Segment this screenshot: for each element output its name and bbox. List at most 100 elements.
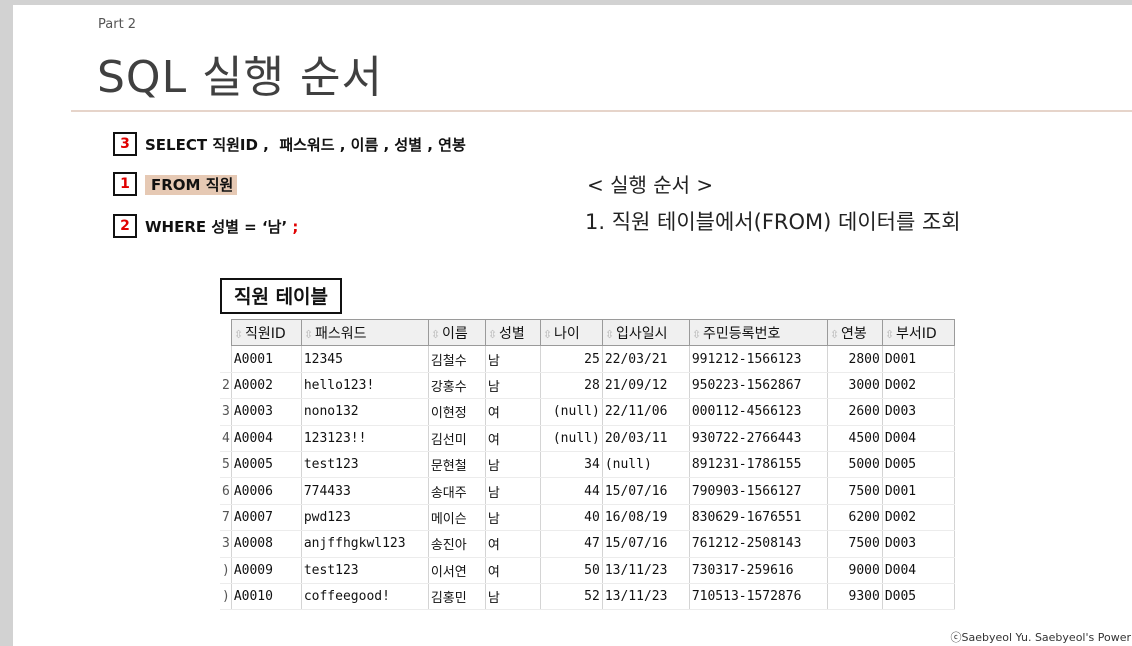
table-cell[interactable]: 52 <box>540 583 603 611</box>
table-cell[interactable]: 790903-1566127 <box>689 477 828 505</box>
table-cell[interactable]: 44 <box>540 477 603 505</box>
table-cell[interactable]: D001 <box>882 477 955 505</box>
table-cell[interactable]: 730317-259616 <box>689 557 828 584</box>
table-cell[interactable]: D001 <box>882 345 955 373</box>
table-cell[interactable]: 남 <box>485 372 541 400</box>
table-cell[interactable]: 6200 <box>827 504 883 532</box>
table-cell[interactable]: 여 <box>485 557 541 584</box>
table-cell[interactable]: pwd123 <box>301 504 429 532</box>
table-cell[interactable]: 김철수 <box>428 345 486 373</box>
table-cell[interactable]: 891231-1786155 <box>689 451 828 479</box>
table-cell[interactable]: 47 <box>540 530 603 558</box>
table-row[interactable]: 4 A0004 123123!! 김선미 여 (null) 20/03/11 930722-2… <box>220 425 955 452</box>
table-cell[interactable]: A0009 <box>231 557 302 584</box>
column-header[interactable]: ⇳ 직원ID <box>230 318 302 347</box>
table-cell[interactable]: 710513-1572876 <box>689 583 828 611</box>
sort-arrows-icon[interactable]: ⇳ <box>234 328 243 341</box>
sort-arrows-icon[interactable]: ⇳ <box>692 328 701 341</box>
table-row[interactable]: 3 A0003 nono132 이현정 여 (null) 22/11/06 000112-45… <box>220 398 955 426</box>
table-cell[interactable]: 930722-2766443 <box>689 425 828 452</box>
table-cell[interactable]: 여 <box>485 530 541 558</box>
table-cell[interactable]: 000112-4566123 <box>689 398 828 426</box>
table-cell[interactable]: 송진아 <box>428 530 486 558</box>
table-cell[interactable]: 문현철 <box>428 451 486 479</box>
table-cell[interactable]: 남 <box>485 583 541 611</box>
column-header[interactable]: ⇳ 나이 <box>539 318 603 347</box>
table-cell[interactable]: 남 <box>485 504 541 532</box>
table-cell[interactable]: D002 <box>882 372 955 400</box>
table-cell[interactable]: 남 <box>485 451 541 479</box>
table-cell[interactable]: A0006 <box>231 477 302 505</box>
table-cell[interactable]: 7500 <box>827 477 883 505</box>
sort-arrows-icon[interactable]: ⇳ <box>431 328 440 341</box>
table-cell[interactable]: hello123! <box>301 372 429 400</box>
table-cell[interactable]: D004 <box>882 425 955 452</box>
table-cell[interactable]: 25 <box>540 345 603 373</box>
sort-arrows-icon[interactable]: ⇳ <box>304 328 313 341</box>
table-cell[interactable]: 28 <box>540 372 603 400</box>
table-cell[interactable]: 50 <box>540 557 603 584</box>
table-cell[interactable]: 김선미 <box>428 425 486 452</box>
table-cell[interactable]: 김홍민 <box>428 583 486 611</box>
table-row[interactable]: ) A0009 test123 이서연 여 50 13/11/23 730317-259616… <box>220 557 955 584</box>
table-cell[interactable]: nono132 <box>301 398 429 426</box>
table-row[interactable]: 6 A0006 774433 송대주 남 44 15/07/16 790903-1566127… <box>220 477 955 505</box>
table-cell[interactable]: 991212-1566123 <box>689 345 828 373</box>
table-cell[interactable]: 2600 <box>827 398 883 426</box>
sort-arrows-icon[interactable]: ⇳ <box>830 328 839 341</box>
table-cell[interactable]: 5000 <box>827 451 883 479</box>
sort-arrows-icon[interactable]: ⇳ <box>885 328 894 341</box>
table-row[interactable]: 7 A0007 pwd123 메이슨 남 40 16/08/19 830629-1676551… <box>220 504 955 532</box>
column-header[interactable]: ⇳ 입사일시 <box>601 318 690 347</box>
table-cell[interactable]: A0002 <box>231 372 302 400</box>
table-cell[interactable]: coffeegood! <box>301 583 429 611</box>
table-cell[interactable]: 3000 <box>827 372 883 400</box>
table-row[interactable]: 5 A0005 test123 문현철 남 34 (null) 891231-1786155 5… <box>220 451 955 479</box>
table-cell[interactable]: 이현정 <box>428 398 486 426</box>
table-cell[interactable]: 여 <box>485 398 541 426</box>
table-cell[interactable]: 4500 <box>827 425 883 452</box>
table-cell[interactable]: 16/08/19 <box>602 504 690 532</box>
table-cell[interactable]: 830629-1676551 <box>689 504 828 532</box>
table-cell[interactable]: A0008 <box>231 530 302 558</box>
column-header[interactable]: ⇳ 부서ID <box>881 318 955 347</box>
table-cell[interactable]: D005 <box>882 583 955 611</box>
sort-arrows-icon[interactable]: ⇳ <box>605 328 614 341</box>
table-cell[interactable]: 774433 <box>301 477 429 505</box>
table-cell[interactable]: 9300 <box>827 583 883 611</box>
table-cell[interactable]: 12345 <box>301 345 429 373</box>
column-header[interactable]: ⇳ 성별 <box>484 318 541 347</box>
table-cell[interactable]: 34 <box>540 451 603 479</box>
table-cell[interactable]: A0003 <box>231 398 302 426</box>
table-cell[interactable]: 13/11/23 <box>602 557 690 584</box>
table-cell[interactable]: test123 <box>301 557 429 584</box>
table-cell[interactable]: anjffhgkwl123 <box>301 530 429 558</box>
table-cell[interactable]: 메이슨 <box>428 504 486 532</box>
table-cell[interactable]: (null) <box>540 425 603 452</box>
table-cell[interactable]: D005 <box>882 451 955 479</box>
table-cell[interactable]: 9000 <box>827 557 883 584</box>
sort-arrows-icon[interactable]: ⇳ <box>543 328 552 341</box>
table-cell[interactable]: 123123!! <box>301 425 429 452</box>
table-row[interactable]: ) A0010 coffeegood! 김홍민 남 52 13/11/23 710513-15… <box>220 583 955 611</box>
sort-arrows-icon[interactable]: ⇳ <box>488 328 497 341</box>
table-cell[interactable]: 40 <box>540 504 603 532</box>
table-cell[interactable]: 남 <box>485 345 541 373</box>
table-cell[interactable]: 송대주 <box>428 477 486 505</box>
table-cell[interactable]: A0004 <box>231 425 302 452</box>
table-cell[interactable]: 15/07/16 <box>602 477 690 505</box>
table-cell[interactable]: A0007 <box>231 504 302 532</box>
table-row[interactable]: 3 A0008 anjffhgkwl123 송진아 여 47 15/07/16 761212-… <box>220 530 955 558</box>
column-header[interactable]: ⇳ 연봉 <box>826 318 883 347</box>
table-cell[interactable]: D004 <box>882 557 955 584</box>
table-cell[interactable]: 20/03/11 <box>602 425 690 452</box>
table-cell[interactable]: A0001 <box>231 345 302 373</box>
table-cell[interactable]: 강홍수 <box>428 372 486 400</box>
table-cell[interactable]: 7500 <box>827 530 883 558</box>
table-cell[interactable]: 이서연 <box>428 557 486 584</box>
table-cell[interactable]: test123 <box>301 451 429 479</box>
table-cell[interactable]: 21/09/12 <box>602 372 690 400</box>
table-cell[interactable]: 950223-1562867 <box>689 372 828 400</box>
column-header[interactable]: ⇳ 주민등록번호 <box>688 318 828 347</box>
table-cell[interactable]: 22/03/21 <box>602 345 690 373</box>
